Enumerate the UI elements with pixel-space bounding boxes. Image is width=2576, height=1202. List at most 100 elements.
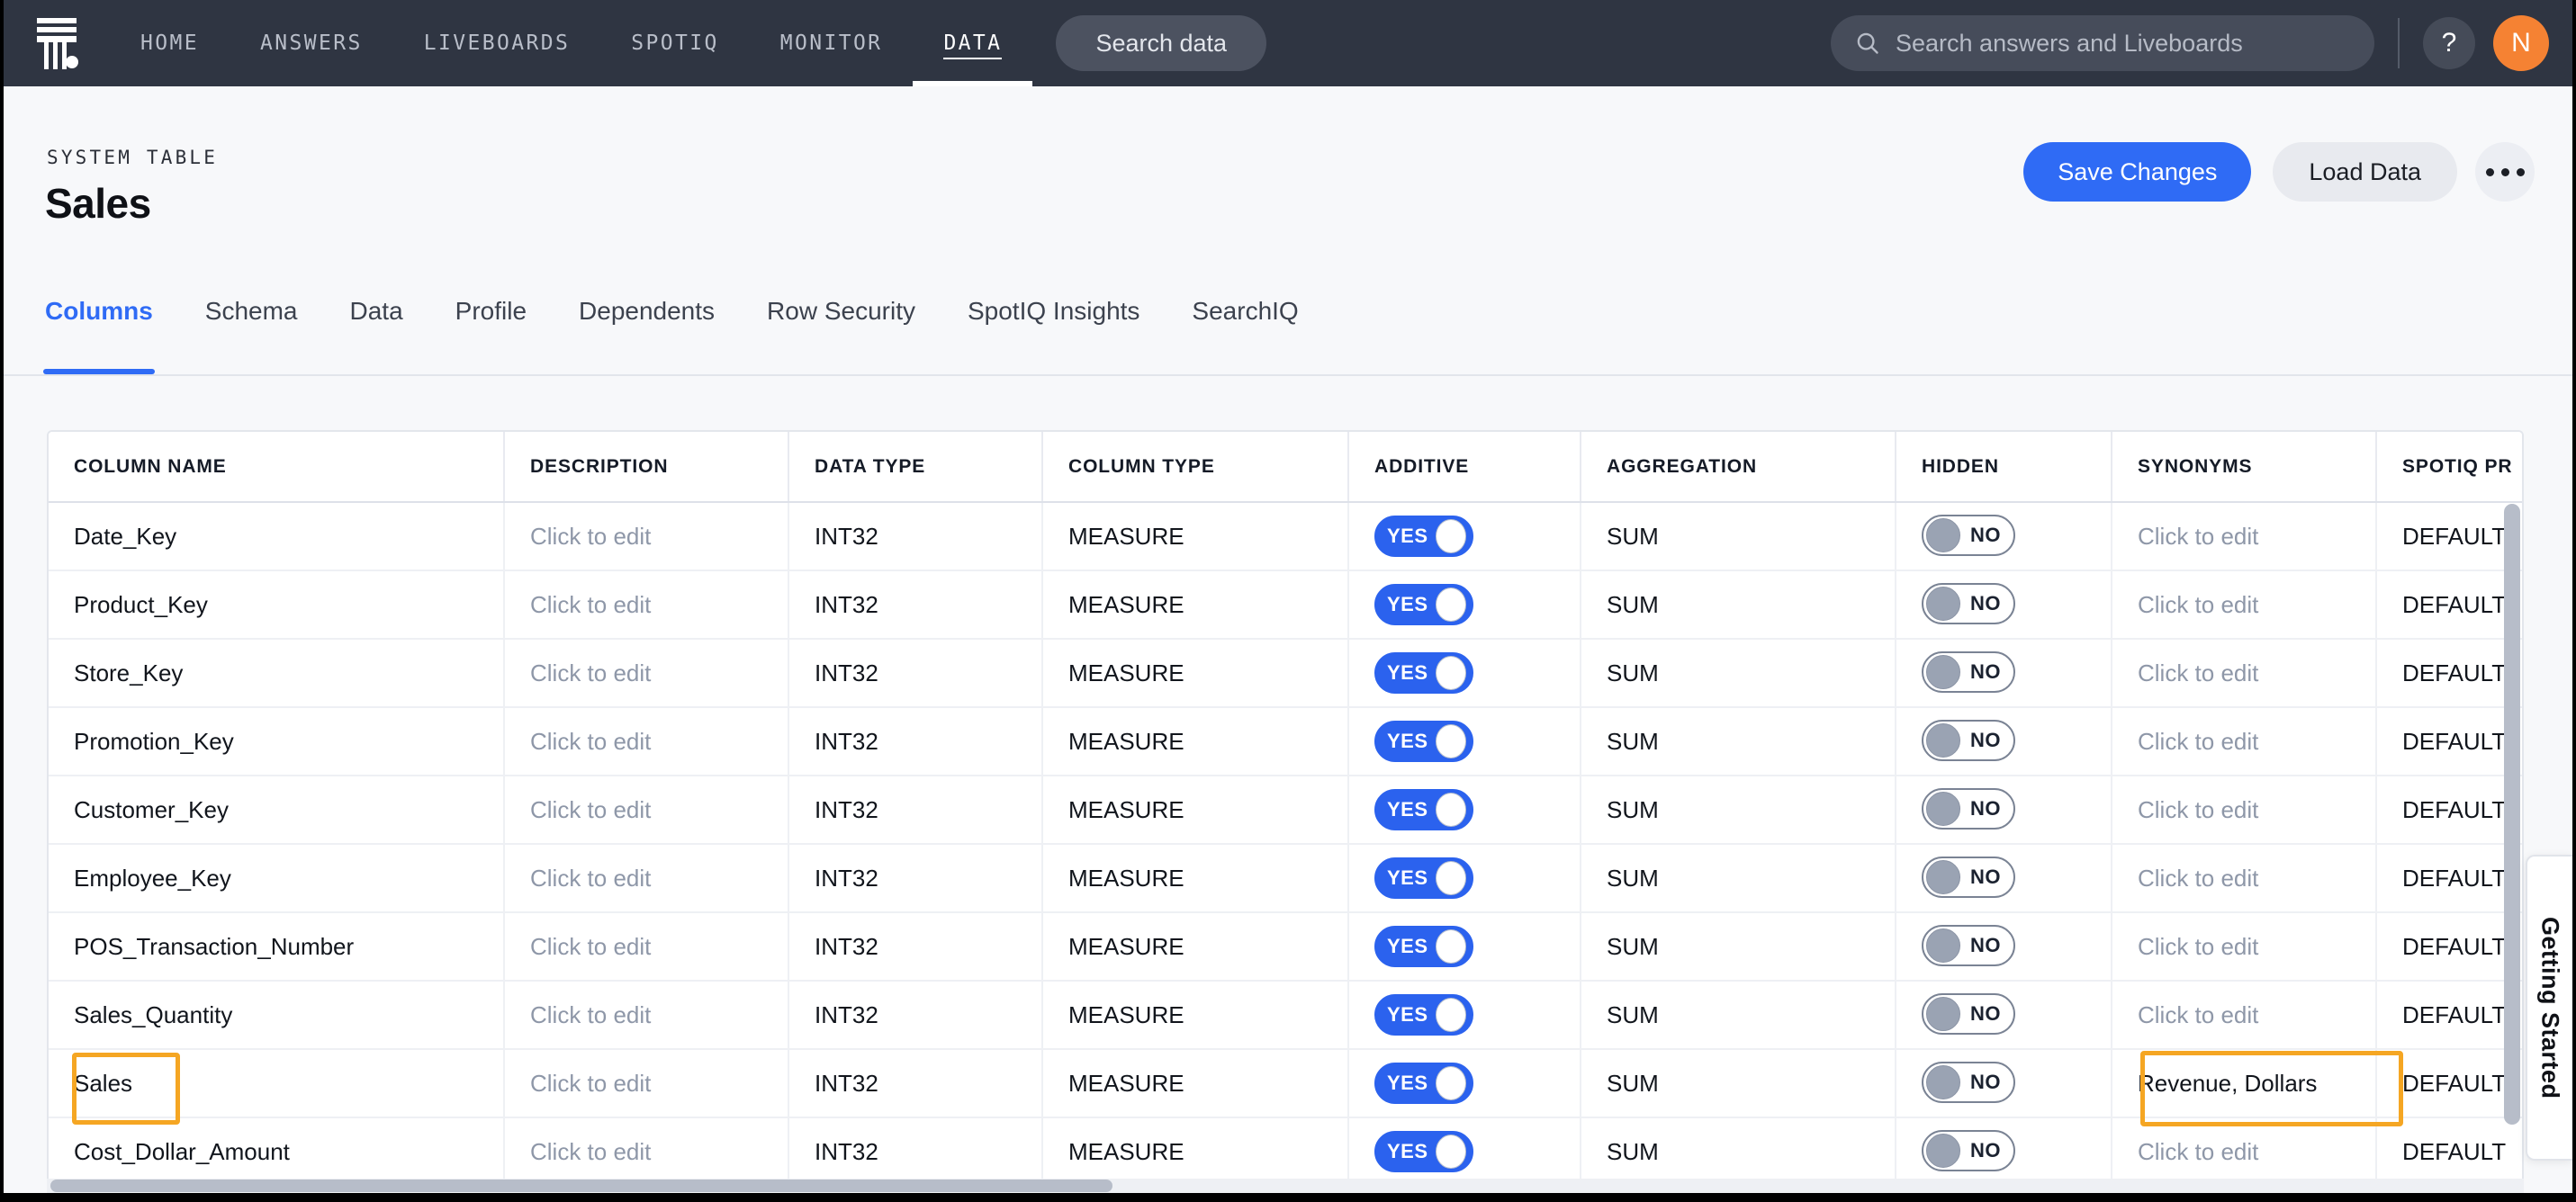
cell-description[interactable]: Click to edit [504,1049,788,1117]
table-row[interactable]: POS_Transaction_NumberClick to editINT32… [49,912,2524,981]
table-row[interactable]: Store_Key Click to edit INT32MEASURE YES SUM… [49,639,2524,707]
cell-synonyms[interactable]: Click to edit [2112,912,2376,981]
hidden-toggle[interactable]: NO [1922,925,2015,966]
cell-data-type[interactable]: INT32 [788,1117,1042,1186]
table-row[interactable]: Product_KeyClick to editINT32MEASUREYESS… [49,570,2524,639]
tab-spotiq-insights[interactable]: SpotIQ Insights [968,286,1139,374]
column-header-data-type[interactable]: DATA TYPE [788,432,1042,502]
getting-started-tab[interactable]: Getting Started [2526,855,2572,1161]
cell-column-name[interactable]: Date_Key [49,502,504,570]
cell-column-name[interactable]: Employee_Key [49,844,504,912]
cell-data-type[interactable]: INT32 [788,776,1042,844]
cell-spotiq-priority[interactable]: DEFAULT [2376,912,2524,981]
hidden-toggle[interactable]: NO [1922,1062,2015,1103]
cell-data-type[interactable]: INT32 [788,912,1042,981]
cell-aggregation[interactable]: SUM [1581,570,1896,639]
cell-data-type[interactable]: INT32 [788,502,1042,570]
hidden-toggle[interactable]: NO [1922,857,2015,898]
column-header-column-name[interactable]: COLUMN NAME [49,432,504,502]
cell-spotiq-priority[interactable]: DEFAULT [2376,1049,2524,1117]
save-changes-button[interactable]: Save Changes [2023,142,2251,202]
additive-toggle[interactable]: YES [1374,516,1473,557]
table-row[interactable]: Sales_QuantityClick to editINT32MEASUREY… [49,981,2524,1049]
cell-synonyms[interactable]: Revenue, Dollars [2112,1049,2376,1117]
cell-aggregation[interactable]: SUM [1581,707,1896,776]
cell-synonyms[interactable]: Click to edit [2112,639,2376,707]
cell-spotiq-priority[interactable]: DEFAULT [2376,776,2524,844]
table-row[interactable]: Employee_Key Click to edit INT32MEASURE YES… [49,844,2524,912]
cell-column-type[interactable]: MEASURE [1042,776,1348,844]
cell-spotiq-priority[interactable]: DEFAULT [2376,570,2524,639]
cell-spotiq-priority[interactable]: DEFAULT [2376,981,2524,1049]
table-row[interactable]: Customer_KeyClick to editINT32MEASURE YES… [49,776,2524,844]
cell-spotiq-priority[interactable]: DEFAULT [2376,639,2524,707]
tab-profile[interactable]: Profile [455,286,527,374]
cell-column-name[interactable]: Customer_Key [49,776,504,844]
cell-synonyms[interactable]: Click to edit [2112,844,2376,912]
column-header-spotiq-priority[interactable]: SPOTIQ PR [2376,432,2524,502]
cell-aggregation[interactable]: SUM [1581,844,1896,912]
table-row[interactable]: Cost_Dollar_AmountClick to editINT32MEAS… [49,1117,2524,1186]
cell-description[interactable]: Click to edit [504,707,788,776]
cell-aggregation[interactable]: SUM [1581,912,1896,981]
additive-toggle[interactable]: YES [1374,1131,1473,1172]
cell-column-type[interactable]: MEASURE [1042,1049,1348,1117]
avatar[interactable]: N [2493,15,2549,71]
cell-spotiq-priority[interactable]: DEFAULT [2376,707,2524,776]
cell-data-type[interactable]: INT32 [788,981,1042,1049]
cell-aggregation[interactable]: SUM [1581,1117,1896,1186]
search-data-button[interactable]: Search data [1056,15,1266,71]
cell-column-type[interactable]: MEASURE [1042,707,1348,776]
cell-column-name[interactable]: Sales_Quantity [49,981,504,1049]
additive-toggle[interactable]: YES [1374,1063,1473,1104]
vertical-scrollbar-thumb[interactable] [2504,504,2520,1125]
cell-aggregation[interactable]: SUM [1581,502,1896,570]
column-header-aggregation[interactable]: AGGREGATION [1581,432,1896,502]
table-row[interactable]: SalesClick to editINT32MEASUREYESSUMNORe… [49,1049,2524,1117]
cell-column-name[interactable]: Store_Key [49,639,504,707]
nav-link-answers[interactable]: ANSWERS [230,0,393,86]
cell-column-type[interactable]: MEASURE [1042,844,1348,912]
cell-column-type[interactable]: MEASURE [1042,912,1348,981]
tab-row-security[interactable]: Row Security [767,286,915,374]
cell-column-name[interactable]: Cost_Dollar_Amount [49,1117,504,1186]
cell-column-type[interactable]: MEASURE [1042,1117,1348,1186]
thoughtspot-logo-icon[interactable] [4,0,110,86]
tab-data[interactable]: Data [350,286,403,374]
additive-toggle[interactable]: YES [1374,721,1473,762]
hidden-toggle[interactable]: NO [1922,788,2015,830]
cell-synonyms[interactable]: Click to edit [2112,570,2376,639]
table-row[interactable]: Date_KeyClick to editINT32MEASUREYESSUMN… [49,502,2524,570]
cell-aggregation[interactable]: SUM [1581,776,1896,844]
tab-searchiq[interactable]: SearchIQ [1192,286,1298,374]
nav-link-monitor[interactable]: MONITOR [750,0,914,86]
cell-description[interactable]: Click to edit [504,981,788,1049]
cell-description[interactable]: Click to edit [504,776,788,844]
cell-column-name[interactable]: POS_Transaction_Number [49,912,504,981]
cell-data-type[interactable]: INT32 [788,844,1042,912]
hidden-toggle[interactable]: NO [1922,583,2015,624]
help-icon[interactable]: ? [2423,17,2475,69]
additive-toggle[interactable]: YES [1374,652,1473,694]
cell-spotiq-priority[interactable]: DEFAULT [2376,1117,2524,1186]
column-header-column-type[interactable]: COLUMN TYPE [1042,432,1348,502]
nav-link-liveboards[interactable]: LIVEBOARDS [393,0,600,86]
column-header-additive[interactable]: ADDITIVE [1348,432,1581,502]
cell-description[interactable]: Click to edit [504,1117,788,1186]
cell-column-name[interactable]: Sales [49,1049,504,1117]
cell-aggregation[interactable]: SUM [1581,639,1896,707]
additive-toggle[interactable]: YES [1374,584,1473,625]
additive-toggle[interactable]: YES [1374,857,1473,899]
additive-toggle[interactable]: YES [1374,789,1473,830]
cell-aggregation[interactable]: SUM [1581,981,1896,1049]
nav-link-data[interactable]: DATA [913,0,1032,86]
cell-column-name[interactable]: Promotion_Key [49,707,504,776]
hidden-toggle[interactable]: NO [1922,1130,2015,1171]
cell-description[interactable]: Click to edit [504,912,788,981]
cell-data-type[interactable]: INT32 [788,639,1042,707]
cell-column-type[interactable]: MEASURE [1042,639,1348,707]
cell-synonyms[interactable]: Click to edit [2112,707,2376,776]
cell-spotiq-priority[interactable]: DEFAULT [2376,844,2524,912]
cell-data-type[interactable]: INT32 [788,570,1042,639]
cell-synonyms[interactable]: Click to edit [2112,981,2376,1049]
